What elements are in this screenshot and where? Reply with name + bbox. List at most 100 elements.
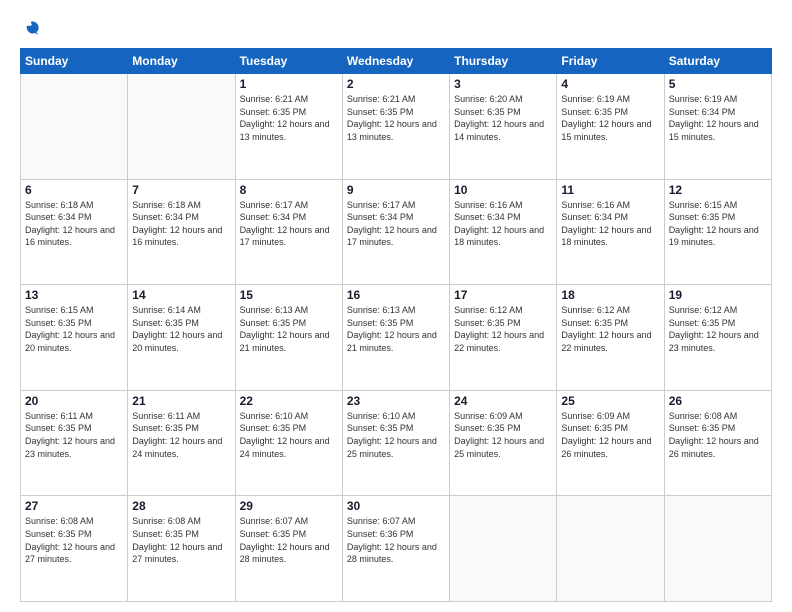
day-info: Sunrise: 6:11 AM Sunset: 6:35 PM Dayligh… [132,410,230,460]
calendar-cell: 16 Sunrise: 6:13 AM Sunset: 6:35 PM Dayli… [342,285,449,391]
day-info: Sunrise: 6:21 AM Sunset: 6:35 PM Dayligh… [347,93,445,143]
calendar-header-cell: Sunday [21,49,128,74]
day-number: 9 [347,183,445,197]
day-info: Sunrise: 6:10 AM Sunset: 6:35 PM Dayligh… [347,410,445,460]
day-info: Sunrise: 6:17 AM Sunset: 6:34 PM Dayligh… [240,199,338,249]
day-number: 6 [25,183,123,197]
calendar-cell: 23 Sunrise: 6:10 AM Sunset: 6:35 PM Dayli… [342,390,449,496]
day-number: 5 [669,77,767,91]
day-number: 15 [240,288,338,302]
day-info: Sunrise: 6:12 AM Sunset: 6:35 PM Dayligh… [454,304,552,354]
calendar-cell: 15 Sunrise: 6:13 AM Sunset: 6:35 PM Dayli… [235,285,342,391]
day-info: Sunrise: 6:21 AM Sunset: 6:35 PM Dayligh… [240,93,338,143]
calendar-cell: 21 Sunrise: 6:11 AM Sunset: 6:35 PM Dayli… [128,390,235,496]
calendar-header-cell: Monday [128,49,235,74]
calendar-cell: 3Sunrise: 6:20 AM Sunset: 6:35 PM Daylig… [450,74,557,180]
calendar-cell: 27Sunrise: 6:08 AM Sunset: 6:35 PM Dayli… [21,496,128,602]
day-info: Sunrise: 6:08 AM Sunset: 6:35 PM Dayligh… [132,515,230,565]
calendar-body: 1 Sunrise: 6:21 AM Sunset: 6:35 PM Daylig… [21,74,772,602]
day-number: 28 [132,499,230,513]
calendar-cell: 24 Sunrise: 6:09 AM Sunset: 6:35 PM Dayli… [450,390,557,496]
day-info: Sunrise: 6:09 AM Sunset: 6:35 PM Dayligh… [561,410,659,460]
day-info: Sunrise: 6:16 AM Sunset: 6:34 PM Dayligh… [561,199,659,249]
day-number: 11 [561,183,659,197]
calendar-cell: 2Sunrise: 6:21 AM Sunset: 6:35 PM Daylig… [342,74,449,180]
day-number: 23 [347,394,445,408]
day-number: 8 [240,183,338,197]
day-number: 4 [561,77,659,91]
calendar-cell: 12Sunrise: 6:15 AM Sunset: 6:35 PM Dayli… [664,179,771,285]
calendar-header-cell: Friday [557,49,664,74]
calendar-cell: 6 Sunrise: 6:18 AM Sunset: 6:34 PM Daylig… [21,179,128,285]
calendar-cell: 9 Sunrise: 6:17 AM Sunset: 6:34 PM Daylig… [342,179,449,285]
day-number: 20 [25,394,123,408]
header [20,18,772,38]
calendar-cell [664,496,771,602]
calendar-cell: 22Sunrise: 6:10 AM Sunset: 6:35 PM Dayli… [235,390,342,496]
calendar-cell: 18 Sunrise: 6:12 AM Sunset: 6:35 PM Dayli… [557,285,664,391]
day-number: 1 [240,77,338,91]
day-number: 21 [132,394,230,408]
day-info: Sunrise: 6:07 AM Sunset: 6:36 PM Dayligh… [347,515,445,565]
calendar-cell: 8 Sunrise: 6:17 AM Sunset: 6:34 PM Daylig… [235,179,342,285]
calendar-cell [450,496,557,602]
day-info: Sunrise: 6:18 AM Sunset: 6:34 PM Dayligh… [132,199,230,249]
day-number: 10 [454,183,552,197]
calendar-cell [128,74,235,180]
calendar-cell: 4 Sunrise: 6:19 AM Sunset: 6:35 PM Daylig… [557,74,664,180]
day-info: Sunrise: 6:11 AM Sunset: 6:35 PM Dayligh… [25,410,123,460]
calendar-header-row: SundayMondayTuesdayWednesdayThursdayFrid… [21,49,772,74]
day-number: 17 [454,288,552,302]
day-info: Sunrise: 6:07 AM Sunset: 6:35 PM Dayligh… [240,515,338,565]
calendar-cell: 28 Sunrise: 6:08 AM Sunset: 6:35 PM Dayli… [128,496,235,602]
day-number: 16 [347,288,445,302]
calendar-cell: 30Sunrise: 6:07 AM Sunset: 6:36 PM Dayli… [342,496,449,602]
calendar-table: SundayMondayTuesdayWednesdayThursdayFrid… [20,48,772,602]
day-info: Sunrise: 6:12 AM Sunset: 6:35 PM Dayligh… [561,304,659,354]
day-number: 14 [132,288,230,302]
day-number: 13 [25,288,123,302]
calendar-week-row: 1 Sunrise: 6:21 AM Sunset: 6:35 PM Daylig… [21,74,772,180]
day-info: Sunrise: 6:08 AM Sunset: 6:35 PM Dayligh… [669,410,767,460]
day-info: Sunrise: 6:18 AM Sunset: 6:34 PM Dayligh… [25,199,123,249]
calendar-header-cell: Tuesday [235,49,342,74]
day-info: Sunrise: 6:19 AM Sunset: 6:34 PM Dayligh… [669,93,767,143]
calendar-week-row: 27Sunrise: 6:08 AM Sunset: 6:35 PM Dayli… [21,496,772,602]
calendar-week-row: 13 Sunrise: 6:15 AM Sunset: 6:35 PM Dayli… [21,285,772,391]
calendar-cell: 13 Sunrise: 6:15 AM Sunset: 6:35 PM Dayli… [21,285,128,391]
calendar-cell: 17 Sunrise: 6:12 AM Sunset: 6:35 PM Dayli… [450,285,557,391]
day-number: 18 [561,288,659,302]
calendar-cell: 1 Sunrise: 6:21 AM Sunset: 6:35 PM Daylig… [235,74,342,180]
calendar-header-cell: Saturday [664,49,771,74]
day-number: 22 [240,394,338,408]
day-info: Sunrise: 6:15 AM Sunset: 6:35 PM Dayligh… [25,304,123,354]
day-info: Sunrise: 6:08 AM Sunset: 6:35 PM Dayligh… [25,515,123,565]
day-info: Sunrise: 6:17 AM Sunset: 6:34 PM Dayligh… [347,199,445,249]
page: SundayMondayTuesdayWednesdayThursdayFrid… [0,0,792,612]
calendar-header-cell: Thursday [450,49,557,74]
calendar-cell [557,496,664,602]
day-number: 24 [454,394,552,408]
day-number: 3 [454,77,552,91]
day-number: 25 [561,394,659,408]
calendar-cell: 29 Sunrise: 6:07 AM Sunset: 6:35 PM Dayli… [235,496,342,602]
calendar-cell: 5 Sunrise: 6:19 AM Sunset: 6:34 PM Daylig… [664,74,771,180]
calendar-cell: 26 Sunrise: 6:08 AM Sunset: 6:35 PM Dayli… [664,390,771,496]
calendar-cell: 25 Sunrise: 6:09 AM Sunset: 6:35 PM Dayli… [557,390,664,496]
day-number: 26 [669,394,767,408]
day-number: 29 [240,499,338,513]
day-number: 7 [132,183,230,197]
day-info: Sunrise: 6:19 AM Sunset: 6:35 PM Dayligh… [561,93,659,143]
calendar-cell: 20 Sunrise: 6:11 AM Sunset: 6:35 PM Dayli… [21,390,128,496]
calendar-cell: 7 Sunrise: 6:18 AM Sunset: 6:34 PM Daylig… [128,179,235,285]
logo [20,18,42,38]
day-info: Sunrise: 6:13 AM Sunset: 6:35 PM Dayligh… [240,304,338,354]
day-info: Sunrise: 6:09 AM Sunset: 6:35 PM Dayligh… [454,410,552,460]
calendar-cell: 11 Sunrise: 6:16 AM Sunset: 6:34 PM Dayli… [557,179,664,285]
calendar-header-cell: Wednesday [342,49,449,74]
day-info: Sunrise: 6:13 AM Sunset: 6:35 PM Dayligh… [347,304,445,354]
day-info: Sunrise: 6:16 AM Sunset: 6:34 PM Dayligh… [454,199,552,249]
calendar-cell: 19Sunrise: 6:12 AM Sunset: 6:35 PM Dayli… [664,285,771,391]
calendar-cell: 10 Sunrise: 6:16 AM Sunset: 6:34 PM Dayli… [450,179,557,285]
day-number: 12 [669,183,767,197]
